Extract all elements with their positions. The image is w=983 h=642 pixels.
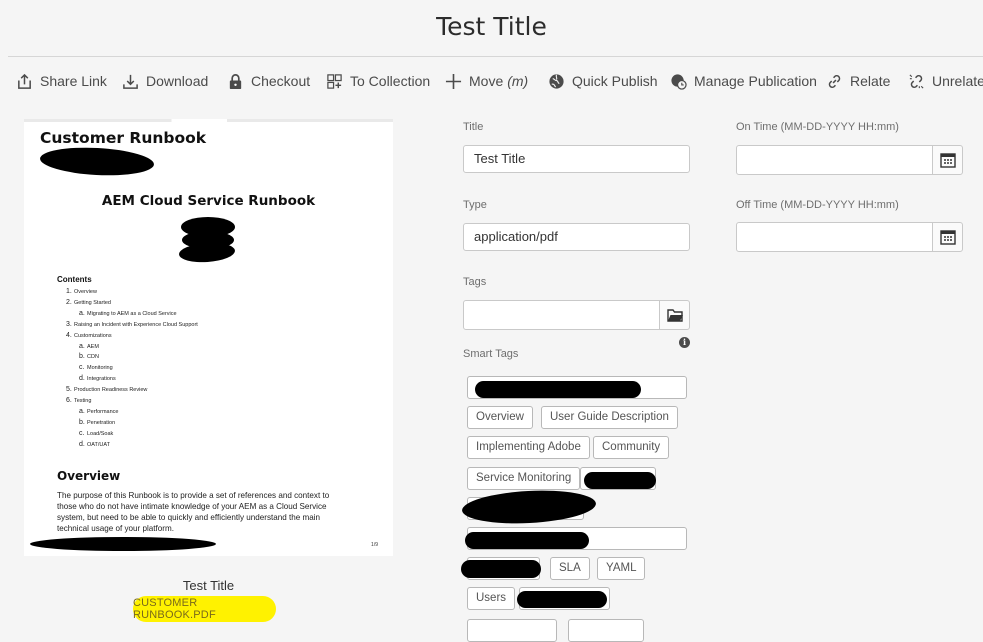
quick-publish-label: Quick Publish xyxy=(572,73,658,89)
unrelate-label: Unrelate xyxy=(932,73,983,89)
off-time-label: Off Time (MM-DD-YYYY HH:mm) xyxy=(736,199,899,211)
off-time-field[interactable] xyxy=(736,222,933,252)
toc-item: 6. Testing xyxy=(66,397,92,405)
smart-tag: User Guide Description xyxy=(541,406,678,429)
overview-heading: Overview xyxy=(57,469,121,483)
document-heading: Customer Runbook xyxy=(40,129,207,147)
checkout-button[interactable]: Checkout xyxy=(227,70,310,92)
table-of-contents: 1. Overview 2. Getting Started a. Migrating… xyxy=(66,287,198,451)
type-label: Type xyxy=(463,199,487,211)
contents-title: Contents xyxy=(57,275,92,284)
download-button[interactable]: Download xyxy=(122,70,208,92)
toc-item: 4. Customizations xyxy=(66,331,112,339)
toc-item: 3. Raising an Incident with Experience Cl… xyxy=(66,320,198,328)
redaction-mark xyxy=(475,381,641,398)
relate-button[interactable]: Relate xyxy=(826,70,890,92)
calendar-icon xyxy=(939,230,956,245)
action-toolbar: Share Link Download Checkout To Collecti… xyxy=(0,70,983,92)
share-link-label: Share Link xyxy=(40,73,107,89)
folder-icon xyxy=(666,308,683,322)
redaction-mark xyxy=(517,591,607,608)
toc-item: 5. Production Readiness Review xyxy=(66,386,148,394)
move-button[interactable]: Move (m) xyxy=(445,70,528,92)
calendar-icon xyxy=(939,153,956,168)
asset-title: Test Title xyxy=(182,578,235,593)
header-divider xyxy=(8,56,983,57)
to-collection-button[interactable]: To Collection xyxy=(326,70,430,92)
redaction-mark xyxy=(30,537,216,551)
info-icon[interactable]: i xyxy=(679,337,690,348)
toc-item: c. Monitoring xyxy=(79,364,113,372)
title-field[interactable]: Test Title xyxy=(463,145,690,173)
on-time-calendar-button[interactable] xyxy=(932,145,963,175)
tags-field[interactable] xyxy=(463,300,660,330)
redaction-mark xyxy=(465,532,589,549)
redaction-mark xyxy=(461,487,597,527)
unlink-icon xyxy=(909,73,924,89)
toc-item: a. AEM xyxy=(79,342,99,350)
smart-tag: SLA xyxy=(550,557,590,580)
smart-tag: Implementing Adobe xyxy=(467,436,590,459)
manage-publication-button[interactable]: Manage Publication xyxy=(670,70,817,92)
on-time-label: On Time (MM-DD-YYYY HH:mm) xyxy=(736,121,899,133)
move-label: Move xyxy=(469,73,504,89)
toc-item: 2. Getting Started xyxy=(66,298,111,306)
manage-publication-label: Manage Publication xyxy=(694,73,817,89)
page-number: 1/9 xyxy=(371,542,378,548)
move-icon xyxy=(445,73,462,89)
type-field[interactable]: application/pdf xyxy=(463,223,690,251)
toc-item: d. OAT/UAT xyxy=(79,440,111,448)
smart-tag: YAML xyxy=(597,557,646,580)
on-time-field[interactable] xyxy=(736,145,933,175)
preview-scan-edge xyxy=(24,119,393,122)
smart-tag-cutoff xyxy=(467,619,557,642)
to-collection-label: To Collection xyxy=(350,73,431,89)
smart-tag: Community xyxy=(593,436,670,459)
collection-icon xyxy=(327,73,342,89)
tags-label: Tags xyxy=(463,276,487,288)
asset-filename: CUSTOMER RUNBOOK.PDF xyxy=(133,596,276,622)
tags-browse-button[interactable] xyxy=(659,300,690,330)
checkout-label: Checkout xyxy=(251,73,311,89)
document-subheading: AEM Cloud Service Runbook xyxy=(101,193,316,209)
off-time-calendar-button[interactable] xyxy=(932,222,963,252)
toc-item: d. Integrations xyxy=(79,375,116,383)
globe-publish-icon xyxy=(549,73,564,89)
quick-publish-button[interactable]: Quick Publish xyxy=(548,70,658,92)
unrelate-button[interactable]: Unrelate xyxy=(908,70,983,92)
share-icon xyxy=(18,73,31,89)
link-icon xyxy=(828,74,841,88)
redaction-mark xyxy=(461,560,541,578)
smart-tag: Users xyxy=(467,587,516,610)
document-preview: Customer Runbook AEM Cloud Service Runbo… xyxy=(24,119,393,556)
relate-label: Relate xyxy=(850,73,891,89)
redaction-mark xyxy=(39,145,155,178)
lock-icon xyxy=(229,73,242,89)
redaction-mark xyxy=(584,472,656,489)
page-title: Test Title xyxy=(436,12,547,41)
download-label: Download xyxy=(146,73,209,89)
title-label: Title xyxy=(463,121,484,133)
globe-clock-icon xyxy=(671,73,687,90)
toc-item: b. CDN xyxy=(79,353,99,361)
move-shortcut: (m) xyxy=(507,73,529,89)
toc-item: 1. Overview xyxy=(66,288,97,295)
toc-item: b. Penetration xyxy=(79,418,116,426)
download-icon xyxy=(123,74,138,89)
toc-item: a. Migrating to AEM as a Cloud Service xyxy=(79,309,177,317)
toc-item: c. Load/Soak xyxy=(79,429,114,437)
smart-tag-cutoff xyxy=(568,619,644,642)
smart-tags-label: Smart Tags xyxy=(463,348,519,360)
smart-tag: Overview xyxy=(467,406,533,429)
toc-item: a. Performance xyxy=(79,407,119,415)
share-link-button[interactable]: Share Link xyxy=(16,70,107,92)
overview-paragraph: The purpose of this Runbook is to provid… xyxy=(57,491,330,533)
smart-tag: Service Monitoring xyxy=(467,467,581,490)
